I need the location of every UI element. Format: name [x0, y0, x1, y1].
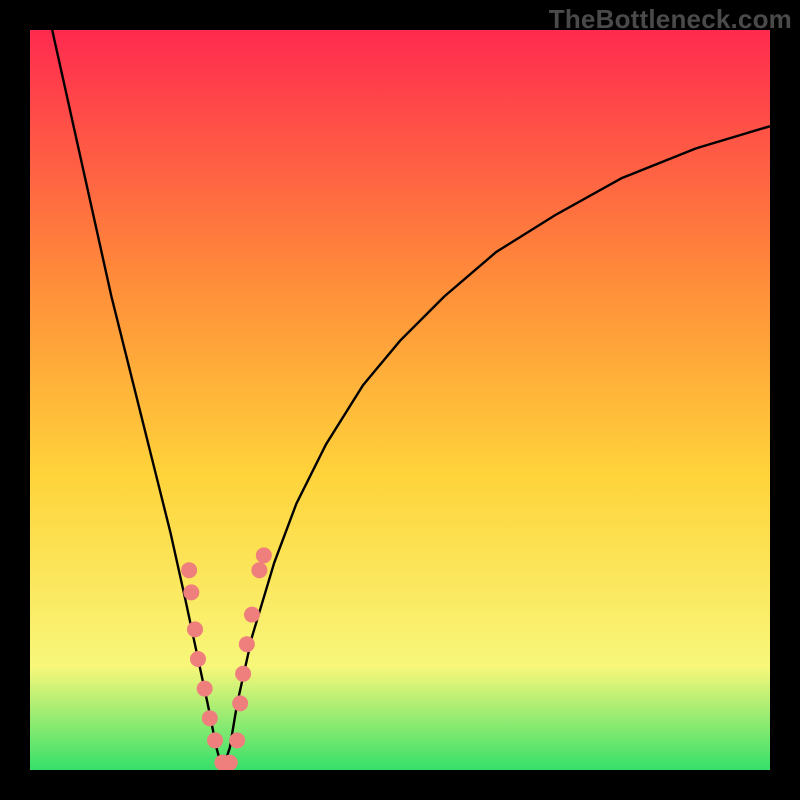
data-marker	[251, 562, 267, 578]
data-marker	[244, 607, 260, 623]
data-marker	[239, 636, 255, 652]
chart-frame: TheBottleneck.com	[0, 0, 800, 800]
data-marker	[235, 666, 251, 682]
data-marker	[256, 547, 272, 563]
data-marker	[207, 732, 223, 748]
data-marker	[232, 695, 248, 711]
data-marker	[222, 755, 238, 770]
bottleneck-chart	[30, 30, 770, 770]
data-marker	[181, 562, 197, 578]
plot-area	[30, 30, 770, 770]
data-marker	[229, 732, 245, 748]
data-marker	[197, 681, 213, 697]
data-marker	[183, 584, 199, 600]
data-marker	[190, 651, 206, 667]
data-marker	[187, 621, 203, 637]
data-marker	[202, 710, 218, 726]
gradient-background	[30, 30, 770, 770]
